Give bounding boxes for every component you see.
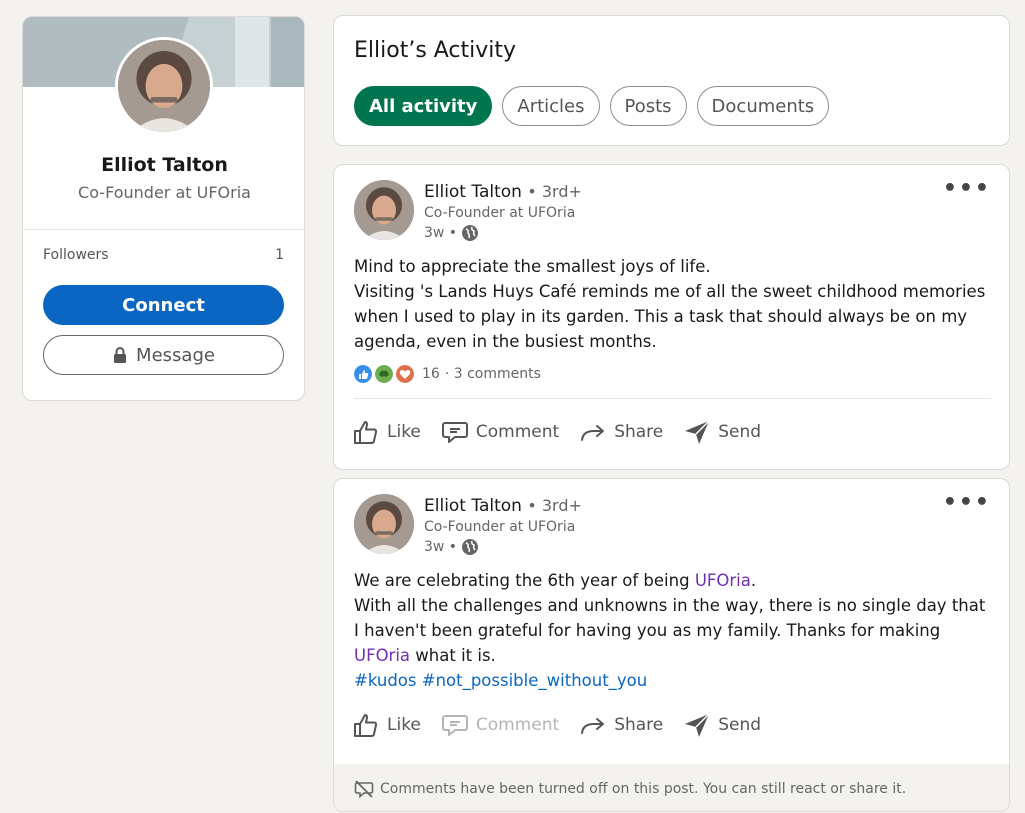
author-avatar[interactable]	[354, 494, 414, 554]
share-label: Share	[614, 422, 664, 442]
globe-icon	[462, 539, 479, 555]
author-headline: Co-Founder at UFOria	[424, 205, 576, 221]
share-icon	[581, 425, 605, 441]
share-label: Share	[614, 715, 664, 735]
post-line: Mind to appreciate the smallest joys of …	[354, 257, 711, 276]
more-options-icon[interactable]: •••	[943, 490, 991, 515]
tab-all-activity[interactable]: All activity	[354, 86, 493, 126]
hashtags[interactable]: #kudos #not_possible_without_you	[354, 668, 994, 693]
followers-count: 1	[275, 247, 284, 263]
post-actions: Like Comment Share Send	[352, 711, 781, 739]
thumbs-up-icon	[354, 714, 378, 737]
comments-disabled-text: Comments have been turned off on this po…	[380, 780, 907, 797]
connection-degree: • 3rd+	[527, 182, 582, 201]
send-icon	[685, 713, 710, 737]
tab-articles[interactable]: Articles	[502, 86, 600, 126]
post-card: Elliot Talton • 3rd+ Co-Founder at UFOri…	[333, 478, 1010, 812]
message-button[interactable]: Message	[43, 335, 284, 375]
love-reaction-icon	[396, 365, 414, 383]
share-button[interactable]: Share	[579, 418, 663, 446]
author-headline: Co-Founder at UFOria	[424, 519, 576, 535]
share-icon	[581, 718, 605, 734]
post-time: 3w •	[424, 538, 479, 556]
company-mention[interactable]: UFOria	[695, 571, 751, 590]
activity-header: Elliot’s Activity All activity Articles …	[333, 15, 1010, 146]
like-button[interactable]: Like	[352, 418, 421, 446]
avatar[interactable]	[115, 37, 213, 135]
page-title: Elliot’s Activity	[354, 38, 517, 63]
divider	[354, 398, 991, 399]
send-label: Send	[718, 715, 762, 735]
post-text-fragment: We are celebrating the 6th year of being	[354, 571, 695, 590]
send-button[interactable]: Send	[683, 711, 761, 739]
post-header: Elliot Talton • 3rd+ Co-Founder at UFOri…	[354, 490, 991, 556]
send-button[interactable]: Send	[683, 418, 761, 446]
like-label: Like	[387, 715, 421, 735]
author-name[interactable]: Elliot Talton	[424, 496, 522, 516]
tab-documents[interactable]: Documents	[696, 86, 830, 126]
message-label: Message	[136, 344, 215, 366]
reaction-count: 16	[422, 366, 440, 382]
support-reaction-icon	[375, 365, 393, 383]
post-card: Elliot Talton • 3rd+ Co-Founder at UFOri…	[333, 164, 1010, 470]
more-options-icon[interactable]: •••	[943, 176, 991, 201]
post-actions: Like Comment Share Send	[352, 418, 781, 446]
comment-button: Comment	[441, 711, 559, 739]
share-button[interactable]: Share	[579, 711, 663, 739]
profile-card: Elliot Talton Co-Founder at UFOria Follo…	[22, 16, 305, 401]
send-icon	[685, 420, 710, 444]
like-reaction-icon	[354, 365, 372, 383]
lock-icon	[114, 347, 127, 363]
connection-degree: • 3rd+	[527, 496, 582, 515]
comment-icon	[441, 422, 468, 443]
author-name[interactable]: Elliot Talton	[424, 182, 522, 202]
connect-button[interactable]: Connect	[43, 285, 284, 325]
globe-icon	[462, 225, 479, 241]
comments-disabled-notice: Comments have been turned off on this po…	[334, 764, 1009, 811]
tab-posts[interactable]: Posts	[609, 86, 687, 126]
comment-icon	[441, 715, 468, 736]
time-label: 3w •	[424, 225, 458, 241]
author-line: Elliot Talton • 3rd+	[424, 182, 582, 202]
author-line: Elliot Talton • 3rd+	[424, 496, 582, 516]
post-text-fragment: .	[750, 571, 757, 590]
activity-tabs: All activity Articles Posts Documents	[354, 86, 830, 126]
like-label: Like	[387, 422, 421, 442]
followers-label: Followers	[43, 247, 109, 263]
author-avatar[interactable]	[354, 180, 414, 240]
post-text-fragment: what it is.	[410, 646, 496, 665]
reactions-summary[interactable]: 16 · 3 comments	[354, 365, 541, 383]
post-line: With all the challenges and unknowns in …	[354, 593, 994, 668]
post-line: Visiting 's Lands Huys Café reminds me o…	[354, 282, 986, 351]
comment-label: Comment	[475, 422, 560, 442]
comment-button[interactable]: Comment	[441, 418, 559, 446]
post-body: We are celebrating the 6th year of being…	[354, 568, 994, 693]
like-button[interactable]: Like	[352, 711, 421, 739]
company-mention[interactable]: UFOria	[354, 646, 410, 665]
post-time: 3w •	[424, 224, 479, 242]
thumbs-up-icon	[354, 421, 378, 444]
divider	[23, 229, 304, 230]
post-header: Elliot Talton • 3rd+ Co-Founder at UFOri…	[354, 176, 991, 242]
post-line: We are celebrating the 6th year of being…	[354, 568, 994, 593]
time-label: 3w •	[424, 539, 458, 555]
profile-headline: Co-Founder at UFOria	[78, 183, 251, 202]
post-body: Mind to appreciate the smallest joys of …	[354, 254, 994, 354]
send-label: Send	[718, 422, 762, 442]
comment-count[interactable]: · 3 comments	[445, 366, 541, 382]
connect-label: Connect	[122, 294, 205, 316]
post-text-fragment: With all the challenges and unknowns in …	[354, 596, 986, 640]
comment-label: Comment	[475, 715, 560, 735]
comments-off-icon	[354, 779, 374, 798]
profile-name[interactable]: Elliot Talton	[23, 154, 304, 176]
